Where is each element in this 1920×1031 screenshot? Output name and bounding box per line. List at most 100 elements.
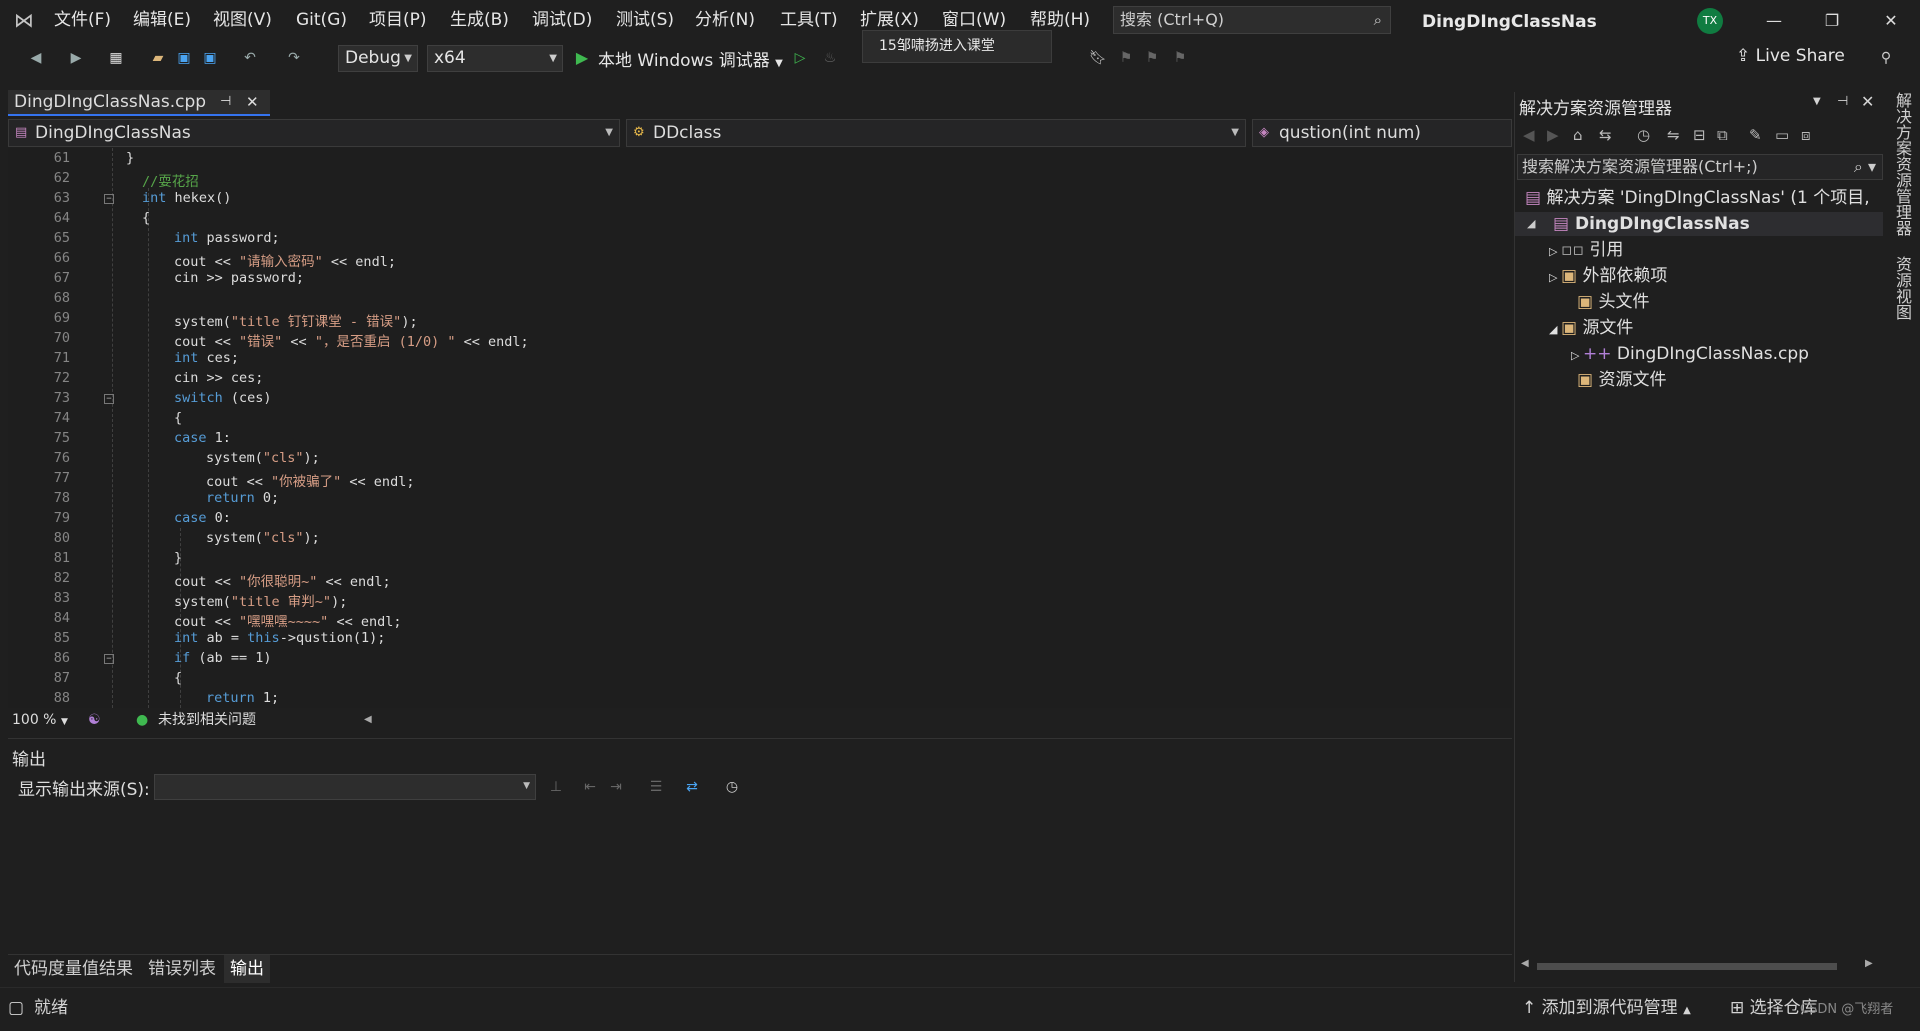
home-icon[interactable]: ⌂ (1573, 126, 1583, 144)
collapse-region-icon[interactable]: − (104, 394, 114, 404)
feedback-icon[interactable]: ⚲ (1876, 48, 1896, 68)
configuration-select[interactable]: Debug ▼ (338, 45, 418, 72)
menu-item[interactable]: 测试(S) (616, 0, 674, 40)
explorer-search-placeholder: 搜索解决方案资源管理器(Ctrl+;) (1522, 157, 1758, 176)
side-tool-tabs: 解决方案资源管理器 资源视图 (1884, 92, 1920, 982)
tab-resource-view[interactable]: 资源视图 (1890, 256, 1914, 320)
project-nav-select[interactable]: ▤ DingDIngClassNas ▼ (8, 119, 620, 147)
menu-item[interactable]: 视图(V) (213, 0, 272, 40)
undo-icon[interactable]: ↶ (240, 48, 260, 68)
clear-all-icon[interactable]: ☰ (646, 777, 666, 797)
prev-message-icon[interactable]: ⇤ (580, 777, 600, 797)
redo-icon[interactable]: ↷ (284, 48, 304, 68)
platform-select[interactable]: x64 ▼ (427, 45, 563, 72)
show-all-files-icon[interactable]: ⧉ (1717, 126, 1728, 144)
close-panel-icon[interactable]: ✕ (1861, 92, 1874, 111)
pending-changes-icon[interactable]: ◷ (1637, 126, 1650, 144)
code-line: cout << "你被骗了" << endl; (206, 474, 415, 490)
member-nav-select[interactable]: ◈ qustion(int num) (1252, 119, 1512, 147)
tree-item-cpp-file[interactable]: ▷ ++ DingDIngClassNas.cpp (1571, 342, 1809, 366)
explorer-search-input[interactable]: 搜索解决方案资源管理器(Ctrl+;) ⌕ ▾ (1517, 154, 1883, 180)
timestamp-icon[interactable]: ◷ (722, 777, 742, 797)
menu-item[interactable]: 编辑(E) (133, 0, 191, 40)
start-debugging-icon[interactable]: ▶ (572, 48, 592, 68)
forward-icon[interactable]: ▶ (1547, 126, 1559, 144)
next-bookmark-icon[interactable]: ⚑ (1142, 48, 1162, 68)
tab-document[interactable]: DingDIngClassNas.cpp ⊣ ✕ (8, 90, 270, 116)
method-icon: ◈ (1259, 125, 1269, 140)
scroll-left-icon[interactable]: ◀ (1521, 958, 1529, 969)
tree-item-source-files[interactable]: ◢ ▣ 源文件 (1549, 316, 1633, 340)
chevron-down-icon: ▼ (605, 127, 613, 138)
prev-bookmark-icon[interactable]: ⚑ (1116, 48, 1136, 68)
explorer-options-icon[interactable]: ▼ (1813, 96, 1821, 107)
clear-bookmarks-icon[interactable]: ⚑ (1170, 48, 1190, 68)
menu-item[interactable]: 调试(D) (532, 0, 592, 40)
scroll-right-icon[interactable]: ▶ (1865, 958, 1873, 969)
switch-views-icon[interactable]: ⇆ (1599, 126, 1612, 144)
open-file-icon[interactable]: ▰ (148, 48, 168, 68)
save-all-icon[interactable]: ▣ (200, 48, 220, 68)
menu-item[interactable]: 项目(P) (369, 0, 427, 40)
tree-item-resource-files[interactable]: ▣ 资源文件 (1577, 368, 1666, 392)
bookmark-icon[interactable]: 🔖︎ (1088, 48, 1108, 68)
tab-solution-explorer[interactable]: 解决方案资源管理器 (1890, 92, 1914, 236)
issues-status[interactable]: 未找到相关问题 (158, 708, 256, 732)
minimize-icon[interactable]: — (1745, 0, 1803, 40)
search-input[interactable]: 搜索 (Ctrl+Q) ⌕ (1113, 6, 1391, 34)
close-tab-icon[interactable]: ✕ (246, 90, 259, 114)
debugger-button[interactable]: 本地 Windows 调试器 ▼ (598, 46, 783, 71)
start-without-debugging-icon[interactable]: ▷ (790, 48, 810, 68)
avatar[interactable]: TX (1697, 8, 1723, 34)
tree-item-header-files[interactable]: ▣ 头文件 (1577, 290, 1649, 314)
scroll-left-icon[interactable]: ◀ (364, 708, 372, 732)
class-view-icon[interactable]: ⧈ (1801, 126, 1811, 144)
live-share-button[interactable]: ⇪ Live Share (1736, 46, 1845, 66)
collapse-region-icon[interactable]: − (104, 654, 114, 664)
zoom-select[interactable]: 100 % ▼ (12, 708, 68, 734)
tree-item-references[interactable]: ▷ ▫▫ 引用 (1549, 238, 1623, 262)
output-source-select[interactable]: ▼ (154, 774, 536, 800)
new-project-icon[interactable]: ▦ (106, 48, 126, 68)
pin-icon[interactable]: ⊣ (220, 90, 231, 114)
visual-studio-logo-icon[interactable]: ⋈ (14, 8, 40, 32)
menu-item[interactable]: 文件(F) (54, 0, 111, 40)
next-message-icon[interactable]: ⇥ (606, 777, 626, 797)
notification-icon[interactable]: ▢ (8, 988, 24, 1028)
tree-project[interactable]: ◢ ▤ DingDIngClassNas (1515, 212, 1883, 236)
zoom-value: 100 % (12, 712, 57, 728)
collapse-region-icon[interactable]: − (104, 194, 114, 204)
properties-icon[interactable]: ✎ (1749, 126, 1762, 144)
code-line: cin >> ces; (174, 370, 264, 386)
tab-output[interactable]: 输出 (224, 955, 270, 983)
add-to-source-control-button[interactable]: ↑ 添加到源代码管理 ▲ (1522, 988, 1691, 1031)
line-number: 75 (53, 430, 70, 446)
preview-icon[interactable]: ▭ (1775, 126, 1789, 144)
back-icon[interactable]: ◀ (26, 48, 46, 68)
code-line: system("title 审判~"); (174, 594, 348, 610)
menu-item[interactable]: 分析(N) (695, 0, 755, 40)
horizontal-scrollbar[interactable]: ◀ ▶ (1519, 958, 1879, 974)
save-icon[interactable]: ▣ (174, 48, 194, 68)
pin-icon[interactable]: ⊣ (1837, 94, 1848, 109)
code-editor[interactable]: 61} 62 //耍花招 63 int hekex() − 64 {65 int passwor… (8, 148, 1512, 708)
back-icon[interactable]: ◀ (1523, 126, 1535, 144)
tree-solution[interactable]: ▤ 解决方案 'DingDIngClassNas' (1 个项目, (1525, 186, 1870, 210)
forward-icon[interactable]: ▶ (66, 48, 86, 68)
tab-code-metrics[interactable]: 代码度量值结果 (8, 955, 139, 983)
restore-icon[interactable]: ❐ (1803, 0, 1861, 40)
tree-item-external-deps[interactable]: ▷ ▣ 外部依赖项 (1549, 264, 1667, 288)
go-to-error-icon[interactable]: ⊥ (546, 777, 566, 797)
hot-reload-icon[interactable]: ♨ (820, 48, 840, 68)
menu-item[interactable]: Git(G) (296, 0, 347, 40)
sync-icon[interactable]: ⇋ (1667, 126, 1680, 144)
menu-item[interactable]: 工具(T) (780, 0, 838, 40)
word-wrap-icon[interactable]: ⇄ (682, 777, 702, 797)
intellicode-icon[interactable]: ☯ (88, 708, 101, 732)
scrollbar-thumb[interactable] (1537, 963, 1837, 970)
menu-item[interactable]: 生成(B) (450, 0, 509, 40)
close-window-icon[interactable]: ✕ (1862, 0, 1920, 40)
tab-error-list[interactable]: 错误列表 (142, 955, 222, 983)
collapse-all-icon[interactable]: ⊟ (1693, 126, 1706, 144)
class-nav-select[interactable]: ⚙ DDclass ▼ (626, 119, 1246, 147)
